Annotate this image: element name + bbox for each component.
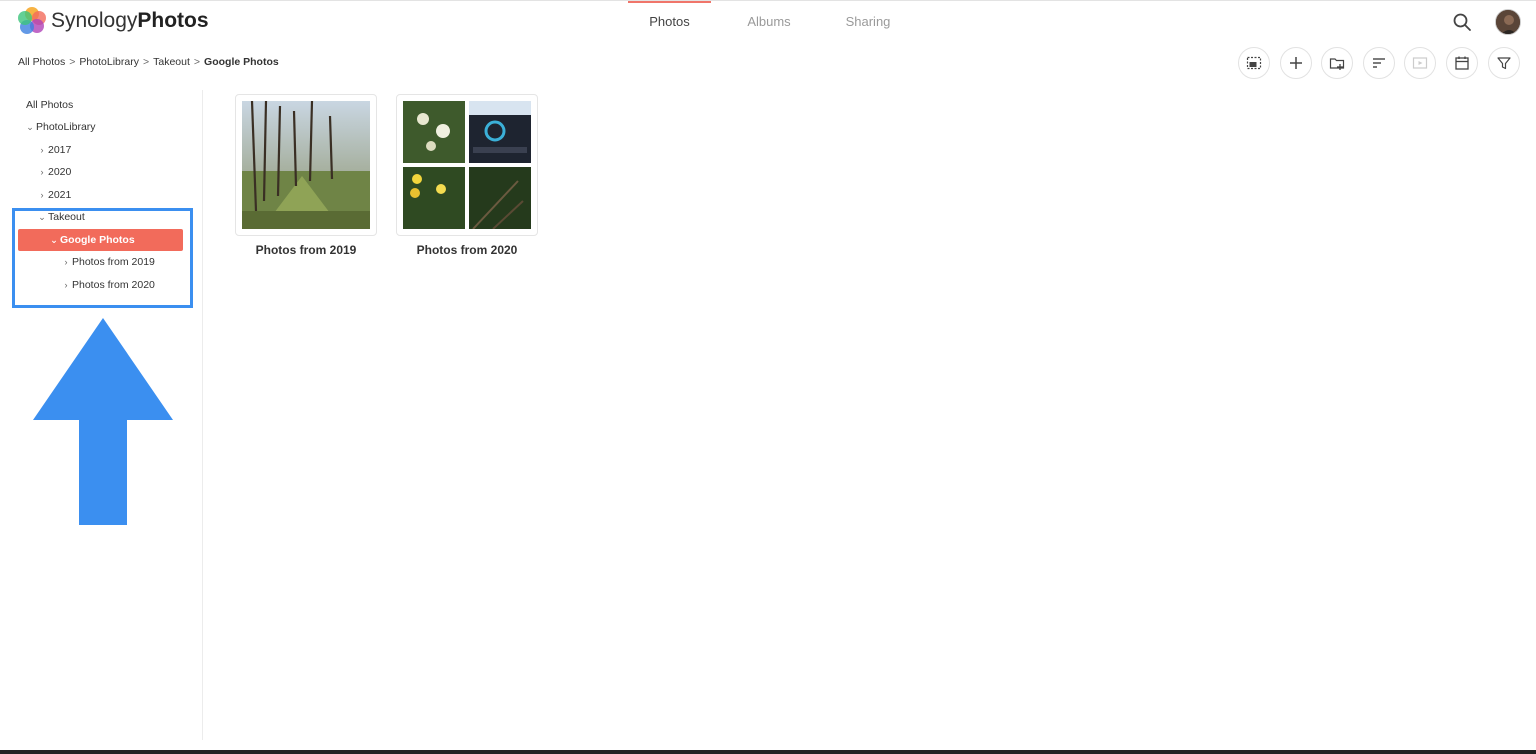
select-photos-icon	[1246, 56, 1262, 70]
chevron-right-icon[interactable]: ›	[36, 161, 48, 183]
chevron-right-icon[interactable]: ›	[60, 274, 72, 296]
sort-icon	[1373, 58, 1385, 68]
avatar-image-icon	[1496, 10, 1520, 34]
filter-icon	[1497, 57, 1511, 70]
add-button[interactable]	[1280, 47, 1312, 79]
tab-sharing[interactable]: Sharing	[832, 1, 904, 43]
window-bottom-border	[0, 750, 1536, 754]
app-title: SynologyPhotos	[51, 9, 209, 32]
tree-item-all-photos[interactable]: All Photos	[26, 94, 73, 116]
tree-item-label: Takeout	[48, 211, 85, 223]
folder-cover-image-icon	[242, 101, 370, 229]
tree-item-photos-from-2019[interactable]: › Photos from 2019	[60, 251, 155, 273]
folder-label: Photos from 2019	[255, 243, 357, 257]
tree-item-2021[interactable]: › 2021	[36, 184, 72, 206]
folder-cover-collage-icon	[403, 101, 531, 229]
tree-item-label: 2021	[48, 189, 72, 201]
tree-item-label: Photos from 2020	[72, 279, 155, 291]
folder-card-photos-from-2019[interactable]: Photos from 2019	[235, 94, 377, 257]
folder-label: Photos from 2020	[416, 243, 518, 257]
slideshow-icon	[1412, 57, 1428, 69]
tree-item-2017[interactable]: › 2017	[36, 139, 72, 161]
tree-item-label: 2020	[48, 166, 72, 178]
new-folder-button[interactable]	[1321, 47, 1353, 79]
breadcrumb-current: Google Photos	[204, 56, 279, 68]
tree-item-label: Photos from 2019	[72, 256, 155, 268]
tree-item-2020[interactable]: › 2020	[36, 161, 72, 183]
chevron-down-icon[interactable]: ⌄	[48, 229, 60, 251]
breadcrumb: All Photos > PhotoLibrary > Takeout > Google P…	[18, 56, 279, 68]
calendar-icon	[1455, 56, 1469, 70]
breadcrumb-separator: >	[193, 56, 201, 68]
select-photos-button[interactable]	[1238, 47, 1270, 79]
tree-item-label: 2017	[48, 144, 72, 156]
breadcrumb-photolibrary[interactable]: PhotoLibrary	[79, 56, 139, 68]
tree-item-photolibrary[interactable]: ⌄ PhotoLibrary	[24, 116, 96, 138]
sort-button[interactable]	[1363, 47, 1395, 79]
breadcrumb-separator: >	[69, 56, 76, 68]
tree-item-google-photos[interactable]: ⌄ Google Photos	[18, 229, 183, 251]
add-icon	[1290, 57, 1302, 69]
folder-thumbnail	[235, 94, 377, 236]
tree-item-photos-from-2020[interactable]: › Photos from 2020	[60, 274, 155, 296]
filter-button[interactable]	[1488, 47, 1520, 79]
chevron-right-icon[interactable]: ›	[36, 139, 48, 161]
breadcrumb-all-photos[interactable]: All Photos	[18, 56, 65, 68]
tree-item-label: All Photos	[26, 99, 74, 111]
folder-thumbnail	[396, 94, 538, 236]
tree-item-takeout[interactable]: ⌄ Takeout	[36, 206, 85, 228]
chevron-down-icon[interactable]: ⌄	[36, 206, 48, 228]
tab-photos[interactable]: Photos	[628, 1, 711, 43]
new-folder-icon	[1329, 58, 1345, 70]
chevron-down-icon[interactable]: ⌄	[24, 116, 36, 138]
tree-item-label: Google Photos	[60, 234, 135, 246]
breadcrumb-takeout[interactable]: Takeout	[153, 56, 190, 68]
synology-photos-logo-icon	[18, 7, 46, 34]
folder-card-photos-from-2020[interactable]: Photos from 2020	[396, 94, 538, 257]
calendar-button[interactable]	[1446, 47, 1478, 79]
breadcrumb-separator: >	[142, 56, 150, 68]
chevron-right-icon[interactable]: ›	[36, 184, 48, 206]
top-bar: SynologyPhotos Photos Albums Sharing	[0, 0, 1536, 42]
search-icon[interactable]	[1450, 10, 1474, 34]
chevron-right-icon[interactable]: ›	[60, 251, 72, 273]
slideshow-button[interactable]	[1404, 47, 1436, 79]
tab-albums[interactable]: Albums	[735, 1, 803, 43]
tree-item-label: PhotoLibrary	[36, 121, 96, 133]
annotation-up-arrow-icon	[33, 318, 173, 525]
user-avatar[interactable]	[1495, 9, 1521, 35]
